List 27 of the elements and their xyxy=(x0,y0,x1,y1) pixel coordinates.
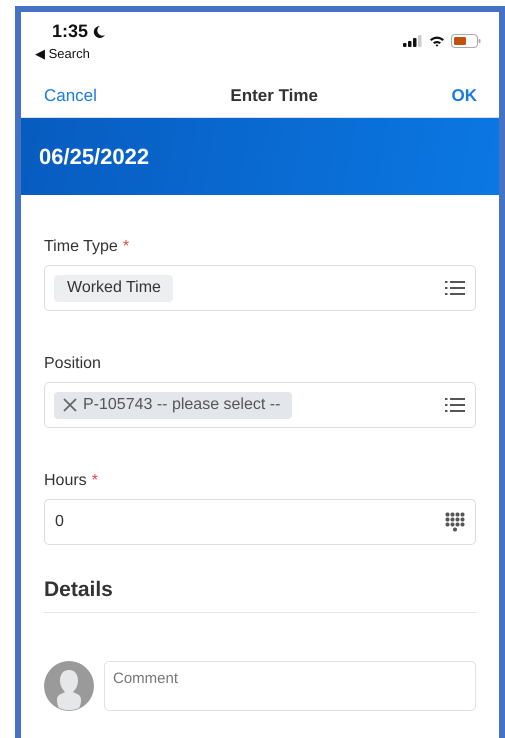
battery-icon xyxy=(451,34,481,48)
field-label: Time Type xyxy=(44,238,118,256)
field-label: Hours xyxy=(44,472,87,490)
details-heading: Details xyxy=(44,578,476,613)
number-input-field[interactable]: 0 xyxy=(44,499,476,545)
moon-icon xyxy=(92,24,106,38)
avatar-silhouette xyxy=(44,661,94,711)
screen-title: Enter Time xyxy=(230,86,318,106)
select-field[interactable]: P-105743 -- please select -- xyxy=(44,382,476,428)
back-to-search-link[interactable]: ◀ Search xyxy=(35,46,106,61)
required-asterisk: * xyxy=(92,472,98,490)
list-icon[interactable] xyxy=(445,280,465,296)
field-label: Position xyxy=(44,355,101,373)
cancel-button[interactable]: Cancel xyxy=(44,86,97,106)
signal-icon xyxy=(403,35,423,47)
wifi-icon xyxy=(429,35,445,47)
select-field[interactable]: Worked Time xyxy=(44,265,476,311)
keypad-icon[interactable] xyxy=(445,512,465,532)
required-asterisk: * xyxy=(122,238,130,256)
list-icon[interactable] xyxy=(445,397,465,413)
comment-field[interactable]: Comment xyxy=(104,661,476,711)
ok-button[interactable]: OK xyxy=(451,86,477,106)
selected-value-chip[interactable]: P-105743 -- please select -- xyxy=(54,392,292,418)
selected-value-chip[interactable]: Worked Time xyxy=(54,274,173,302)
remove-icon[interactable] xyxy=(63,398,77,412)
status-time: 1:35 xyxy=(52,21,88,42)
date-heading: 06/25/2022 xyxy=(39,144,150,170)
